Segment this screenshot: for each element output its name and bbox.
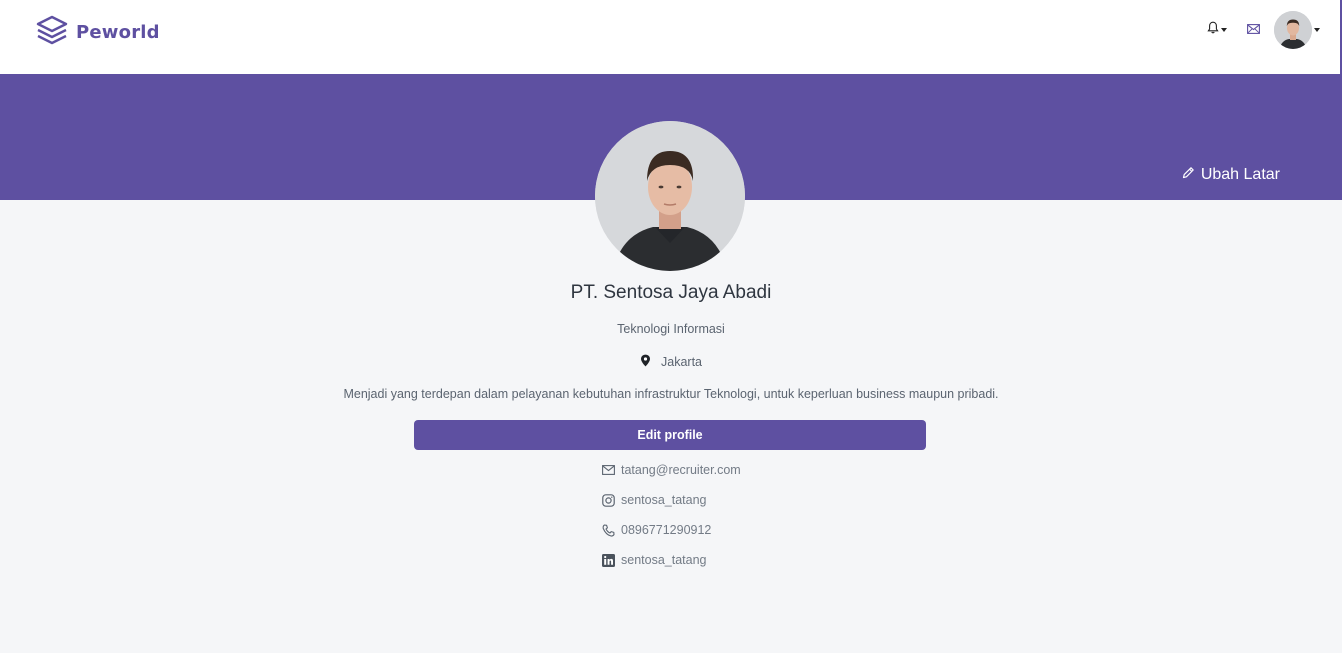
contact-email[interactable]: tatang@recruiter.com: [601, 463, 741, 477]
map-pin-icon: [640, 354, 651, 370]
avatar: [1274, 11, 1312, 49]
company-location: Jakarta: [0, 354, 1342, 370]
company-field: Teknologi Informasi: [617, 322, 725, 336]
mail-button[interactable]: [1247, 21, 1260, 39]
edit-profile-button[interactable]: Edit profile: [414, 420, 926, 450]
profile-avatar: [595, 121, 745, 271]
layers-icon: [36, 15, 68, 50]
chevron-down-icon: [1221, 28, 1227, 32]
brand-name: Peworld: [76, 22, 160, 43]
mail-icon: [601, 463, 615, 477]
chevron-down-icon: [1314, 28, 1320, 32]
bell-icon: [1207, 21, 1219, 39]
contact-phone-value: 0896771290912: [621, 523, 712, 537]
change-background-label: Ubah Latar: [1200, 166, 1280, 183]
instagram-icon: [601, 493, 615, 507]
contact-phone[interactable]: 0896771290912: [601, 523, 711, 537]
contact-email-value: tatang@recruiter.com: [621, 463, 741, 477]
contact-linkedin[interactable]: sentosa_tatang: [601, 553, 707, 567]
company-description: Menjadi yang terdepan dalam pelayanan ke…: [343, 387, 999, 401]
brand-logo[interactable]: Peworld: [36, 15, 160, 50]
change-background-button[interactable]: Ubah Latar: [1182, 166, 1280, 184]
location-label: Jakarta: [661, 355, 702, 369]
contact-instagram-value: sentosa_tatang: [621, 493, 707, 507]
phone-icon: [601, 523, 615, 537]
user-menu-dropdown[interactable]: [1274, 11, 1320, 49]
contact-instagram[interactable]: sentosa_tatang: [601, 493, 707, 507]
mail-icon: [1247, 21, 1260, 39]
navbar: Peworld: [0, 0, 1342, 74]
pencil-icon: [1182, 166, 1195, 184]
linkedin-icon: [601, 553, 615, 567]
contact-linkedin-value: sentosa_tatang: [621, 553, 707, 567]
nav-actions: [1207, 10, 1320, 50]
company-name: PT. Sentosa Jaya Abadi: [570, 282, 772, 303]
notification-dropdown[interactable]: [1207, 21, 1227, 39]
